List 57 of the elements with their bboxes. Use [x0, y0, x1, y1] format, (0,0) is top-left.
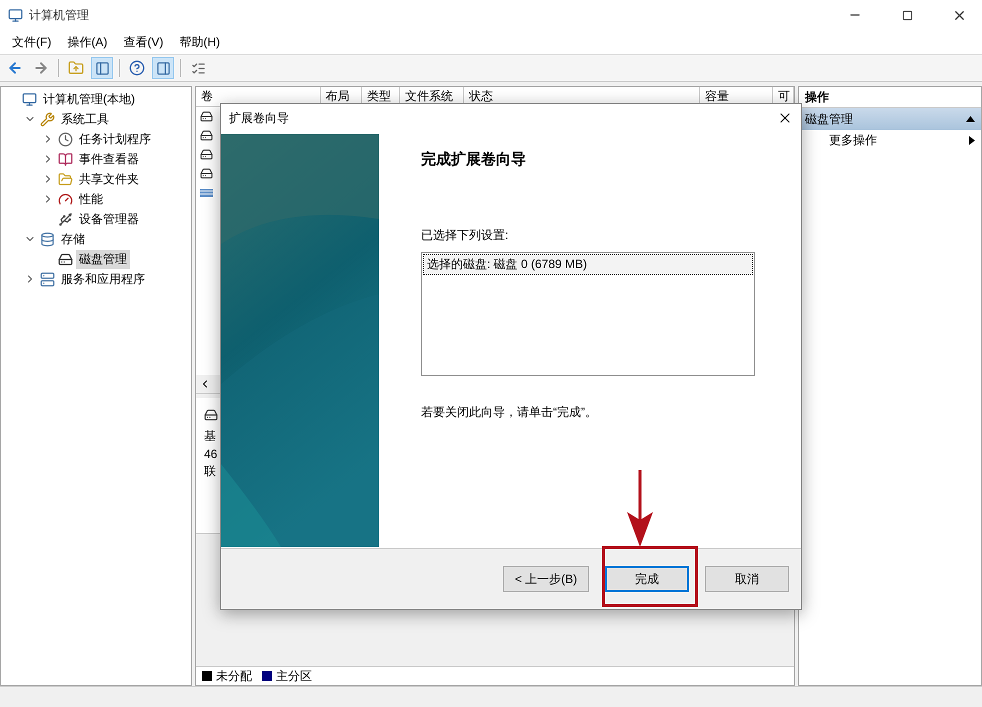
drive-icon — [200, 148, 213, 161]
tree-node-icon — [22, 92, 37, 106]
action-item[interactable]: 更多操作 — [799, 130, 981, 150]
wizard-heading: 完成扩展卷向导 — [421, 150, 527, 169]
app-icon — [8, 8, 23, 22]
wizard-button[interactable]: 完成 — [605, 566, 689, 592]
disk-info-text: 46 — [204, 447, 218, 461]
tree-item[interactable]: 计算机管理(本地) — [40, 90, 138, 108]
settings-item[interactable]: 选择的磁盘: 磁盘 0 (6789 MB) — [423, 254, 753, 275]
drive-icon — [200, 167, 213, 180]
disk-info-text: 基 — [204, 428, 217, 445]
settings-list[interactable]: 选择的磁盘: 磁盘 0 (6789 MB) — [421, 252, 755, 376]
tree-node-icon — [58, 152, 73, 166]
menu-item[interactable]: 查看(V) — [115, 34, 172, 50]
tree-node-icon — [58, 172, 73, 186]
window-title: 计算机管理 — [29, 6, 90, 24]
submenu-caret-icon — [969, 136, 975, 144]
tree-node-icon — [40, 272, 55, 286]
menu-item[interactable]: 操作(A) — [59, 34, 116, 50]
tree-item[interactable]: 服务和应用程序 — [58, 270, 148, 288]
drive-icon — [200, 129, 213, 142]
folder-up-icon — [68, 60, 84, 76]
tree-node-icon — [58, 192, 73, 206]
actions-section[interactable]: 磁盘管理 — [799, 108, 981, 130]
checklist-icon — [190, 60, 206, 76]
drive-icon — [200, 110, 213, 123]
tree-node-icon — [40, 232, 55, 246]
wizard-button[interactable]: 取消 — [705, 566, 789, 592]
right-panel-icon — [156, 60, 170, 76]
dialog-title: 扩展卷向导 — [229, 110, 289, 126]
wizard-button[interactable]: < 上一步(B) — [503, 566, 589, 592]
tree-item[interactable]: 共享文件夹 — [76, 170, 142, 188]
tree-item[interactable]: 设备管理器 — [76, 210, 142, 228]
tree-node-icon — [58, 212, 73, 226]
tree-node-icon — [40, 112, 55, 126]
menu-item[interactable]: 文件(F) — [4, 34, 60, 50]
tree-item[interactable]: 存储 — [58, 230, 88, 248]
menu-item[interactable]: 帮助(H) — [171, 34, 228, 50]
tree-item[interactable]: 任务计划程序 — [76, 130, 154, 148]
help-icon — [129, 60, 145, 76]
tree-node-icon — [58, 252, 73, 266]
legend-label: 未分配 — [216, 668, 252, 684]
settings-label: 已选择下列设置: — [421, 227, 510, 244]
striped-volume-icon — [200, 188, 213, 196]
closing-note: 若要关闭此向导，请单击“完成”。 — [421, 404, 598, 421]
tree-item[interactable]: 系统工具 — [58, 110, 112, 128]
maximize-icon — [902, 10, 912, 20]
tree-node-icon — [58, 132, 73, 146]
tree-item[interactable]: 事件查看器 — [76, 150, 142, 168]
collapse-caret-icon — [966, 116, 975, 122]
show-tree-button[interactable] — [91, 57, 113, 79]
show-actions-button[interactable] — [152, 57, 174, 79]
tree-item[interactable]: 性能 — [76, 190, 106, 208]
tree-item[interactable]: 磁盘管理 — [76, 250, 130, 268]
left-panel-icon — [94, 60, 110, 76]
legend-label: 主分区 — [276, 668, 312, 684]
disk-info-text: 联 — [204, 463, 217, 480]
